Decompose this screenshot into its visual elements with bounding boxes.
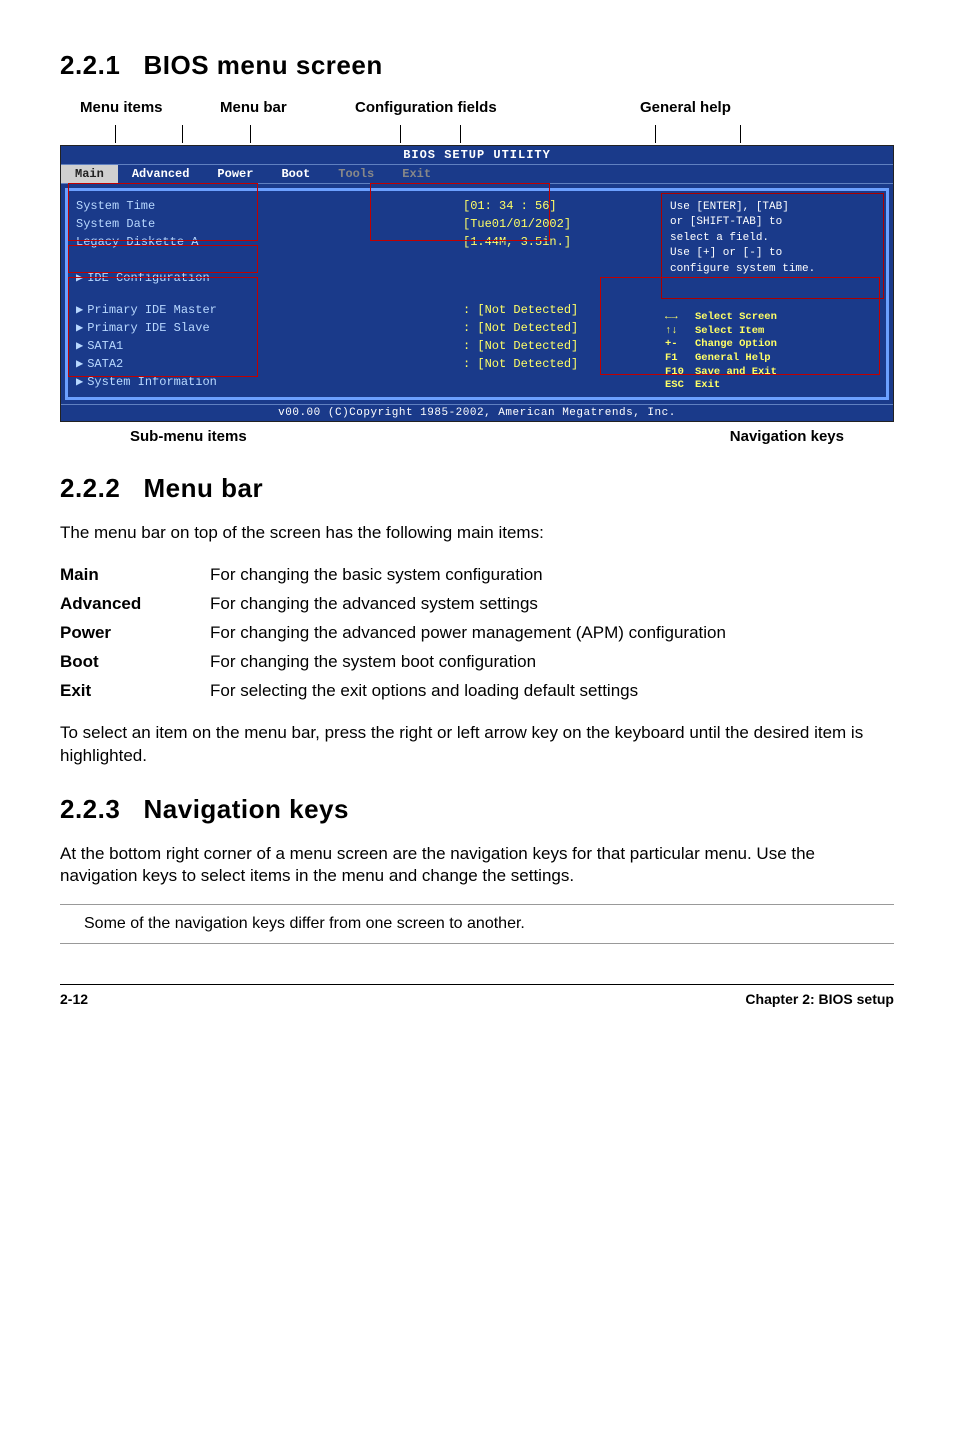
bios-title: BIOS SETUP UTILITY [61, 146, 893, 165]
menu-key: Boot [60, 648, 210, 677]
menu-desc: For selecting the exit options and loadi… [210, 677, 726, 706]
section-title: Menu bar [144, 473, 264, 503]
label-menu-items: Menu items [80, 99, 163, 116]
bios-screenshot: BIOS SETUP UTILITY Main Advanced Power B… [60, 145, 894, 422]
bios-tab-boot[interactable]: Boot [267, 165, 324, 183]
help-line: select a field. [670, 231, 875, 246]
bios-nav-panel: ←→Select Screen ↑↓Select Item +-Change O… [659, 307, 886, 397]
note-text: Some of the navigation keys differ from … [84, 915, 525, 933]
bios-tabs: Main Advanced Power Boot Tools Exit [61, 165, 893, 184]
section-num: 2.2.1 [60, 50, 120, 80]
nav-key: ←→ [665, 311, 695, 325]
page-footer: 2-12 Chapter 2: BIOS setup [60, 984, 894, 1007]
value-sata2: : [Not Detected] [463, 355, 578, 373]
menu-key: Advanced [60, 590, 210, 619]
nav-key: +- [665, 338, 695, 352]
page-number: 2-12 [60, 991, 88, 1007]
field-ide-config[interactable]: IDE Configuration [87, 269, 209, 287]
pointer-lines [60, 125, 894, 145]
menu-desc: For changing the advanced power manageme… [210, 619, 726, 648]
value-primary-master: : [Not Detected] [463, 301, 578, 319]
menu-desc: For changing the advanced system setting… [210, 590, 726, 619]
label-navigation-keys: Navigation keys [730, 428, 844, 445]
bios-help-panel: Use [ENTER], [TAB] or [SHIFT-TAB] to sel… [661, 193, 884, 299]
field-primary-slave[interactable]: Primary IDE Slave [87, 319, 209, 337]
triangle-icon: ▶ [76, 269, 83, 287]
value-primary-slave: : [Not Detected] [463, 319, 578, 337]
menubar-table: MainFor changing the basic system config… [60, 561, 726, 706]
value-sata1: : [Not Detected] [463, 337, 578, 355]
bios-tab-power[interactable]: Power [203, 165, 267, 183]
triangle-icon: ▶ [76, 301, 83, 319]
bios-center-panel: [01: 34 : 56] [Tue01/01/2002] [1.44M, 3.… [459, 188, 659, 400]
menu-key: Power [60, 619, 210, 648]
nav-desc: Select Screen [695, 311, 777, 325]
triangle-icon: ▶ [76, 373, 83, 391]
section-heading-223: 2.2.3 Navigation keys [60, 794, 894, 825]
section-heading-222: 2.2.2 Menu bar [60, 473, 894, 504]
chapter-title: Chapter 2: BIOS setup [745, 991, 894, 1007]
nav-key: ↑↓ [665, 325, 695, 339]
menu-key: Main [60, 561, 210, 590]
bios-tab-exit[interactable]: Exit [388, 165, 445, 183]
field-system-time[interactable]: System Time [76, 197, 246, 215]
section-heading-221: 2.2.1 BIOS menu screen [60, 50, 894, 81]
triangle-icon: ▶ [76, 355, 83, 373]
section-num: 2.2.2 [60, 473, 120, 503]
field-sata2[interactable]: SATA2 [87, 355, 123, 373]
help-line: or [SHIFT-TAB] to [670, 215, 875, 230]
section-title: BIOS menu screen [144, 50, 383, 80]
value-system-date[interactable]: [Tue01/01/2002] [463, 215, 571, 233]
value-legacy-diskette[interactable]: [1.44M, 3.5in.] [463, 233, 571, 251]
help-line: configure system time. [670, 262, 875, 277]
bios-tab-advanced[interactable]: Advanced [118, 165, 204, 183]
label-menu-bar: Menu bar [220, 99, 287, 116]
nav-desc: General Help [695, 352, 771, 366]
help-line: Use [ENTER], [TAB] [670, 200, 875, 215]
bios-tab-main[interactable]: Main [61, 165, 118, 183]
bios-right-panel: Use [ENTER], [TAB] or [SHIFT-TAB] to sel… [659, 188, 889, 400]
label-config-fields: Configuration fields [355, 99, 497, 116]
navkeys-para: At the bottom right corner of a menu scr… [60, 843, 894, 889]
menu-key: Exit [60, 677, 210, 706]
field-system-date[interactable]: System Date [76, 215, 246, 233]
top-labels-row: Menu items Menu bar Configuration fields… [60, 99, 894, 121]
field-sysinfo[interactable]: System Information [87, 373, 217, 391]
section-num: 2.2.3 [60, 794, 120, 824]
nav-desc: Save and Exit [695, 366, 777, 380]
bottom-labels-row: Sub-menu items Navigation keys [60, 428, 894, 445]
nav-desc: Change Option [695, 338, 777, 352]
nav-key: F10 [665, 366, 695, 380]
field-legacy-diskette[interactable]: Legacy Diskette A [76, 233, 246, 251]
value-system-time[interactable]: [01: 34 : 56] [463, 197, 557, 215]
help-line: Use [+] or [-] to [670, 246, 875, 261]
field-primary-master[interactable]: Primary IDE Master [87, 301, 217, 319]
bios-left-panel: System Time System Date Legacy Diskette … [65, 188, 459, 400]
nav-key: F1 [665, 352, 695, 366]
section-title: Navigation keys [144, 794, 349, 824]
menubar-outro: To select an item on the menu bar, press… [60, 722, 894, 768]
nav-key: ESC [665, 379, 695, 393]
triangle-icon: ▶ [76, 319, 83, 337]
bios-footer: v00.00 (C)Copyright 1985-2002, American … [61, 404, 893, 421]
menubar-intro: The menu bar on top of the screen has th… [60, 522, 894, 545]
field-sata1[interactable]: SATA1 [87, 337, 123, 355]
triangle-icon: ▶ [76, 337, 83, 355]
nav-desc: Exit [695, 379, 720, 393]
note-row: Some of the navigation keys differ from … [60, 904, 894, 944]
nav-desc: Select Item [695, 325, 764, 339]
label-submenu-items: Sub-menu items [130, 428, 247, 445]
menu-desc: For changing the basic system configurat… [210, 561, 726, 590]
menu-desc: For changing the system boot configurati… [210, 648, 726, 677]
label-general-help: General help [640, 99, 731, 116]
bios-tab-tools[interactable]: Tools [324, 165, 388, 183]
